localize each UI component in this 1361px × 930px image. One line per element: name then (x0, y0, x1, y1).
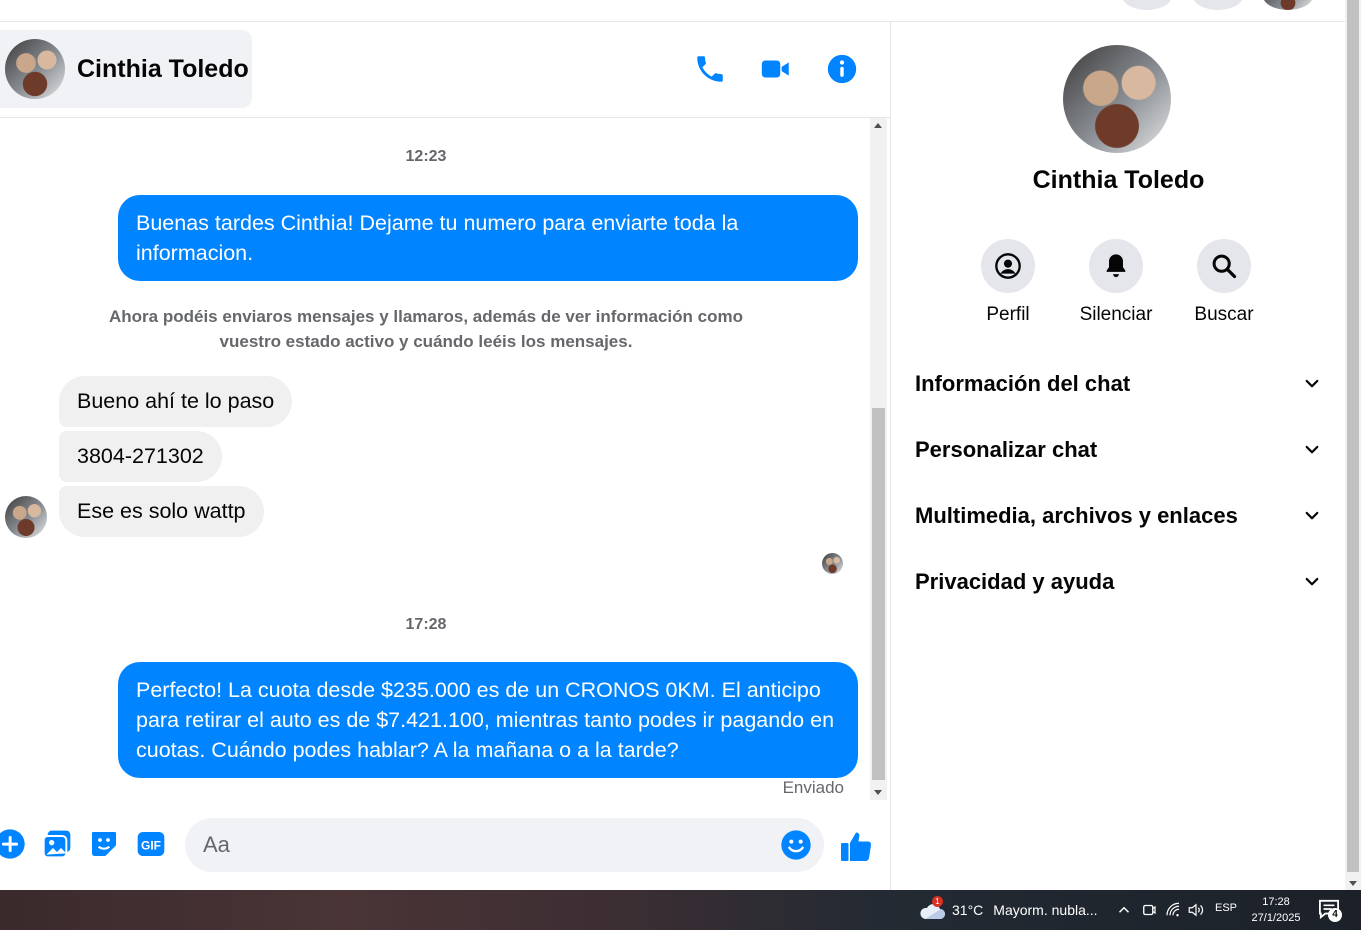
message-list[interactable]: 12:23 Buenas tardes Cinthia! Dejame tu n… (0, 118, 870, 800)
plus-icon[interactable] (0, 828, 26, 860)
chevron-down-icon (1305, 379, 1319, 388)
panel-contact-name: Cinthia Toledo (1032, 166, 1205, 194)
meet-now-icon[interactable] (1140, 901, 1158, 919)
section-title: Multimedia, archivos y enlaces (915, 503, 1238, 528)
section-customize-chat[interactable]: Personalizar chat (915, 430, 1321, 470)
search-action-label: Buscar (1194, 304, 1254, 325)
incoming-message[interactable]: Bueno ahí te lo paso (59, 376, 293, 427)
temperature: 31°C (952, 902, 984, 918)
page-scrollbar-thumb[interactable] (1347, 0, 1359, 872)
wifi-icon[interactable] (1164, 901, 1182, 919)
system-clock[interactable]: 17:28 27/1/2025 (1248, 894, 1304, 926)
bell-icon (1106, 254, 1126, 278)
message-input[interactable] (185, 818, 824, 872)
scroll-up-arrow-icon[interactable] (874, 123, 882, 128)
weather-text: Mayorm. nubla... (993, 902, 1098, 918)
sticker-icon[interactable] (88, 828, 120, 860)
messages-scrollbar[interactable] (870, 118, 887, 800)
sender-avatar[interactable] (5, 496, 47, 538)
chevron-up-icon[interactable] (1115, 901, 1133, 919)
section-title: Información del chat (915, 371, 1131, 396)
image-icon[interactable] (41, 828, 73, 860)
message-status: Enviado (782, 778, 844, 797)
gif-label: GIF (141, 838, 161, 852)
read-receipt-avatar (822, 553, 843, 574)
weather-alert-badge: 1 (932, 896, 943, 907)
chevron-down-icon (1305, 577, 1319, 586)
incoming-message[interactable]: 3804-271302 (59, 431, 222, 482)
scrollbar-thumb[interactable] (872, 408, 885, 780)
search-icon (1212, 254, 1237, 279)
mute-action-label: Silenciar (1079, 304, 1153, 325)
windows-taskbar: 1 31°C Mayorm. nubla... ESP 17:28 27/1/2… (0, 890, 1361, 930)
profile-icon (995, 253, 1021, 279)
panel-contact-avatar[interactable] (1063, 45, 1171, 153)
section-title: Privacidad y ayuda (915, 569, 1115, 594)
search-action[interactable]: Buscar (1179, 239, 1269, 326)
chevron-down-icon (1305, 511, 1319, 520)
contact-header-button[interactable]: Cinthia Toledo (0, 30, 252, 108)
mute-action[interactable]: Silenciar (1071, 239, 1161, 326)
contact-avatar (5, 39, 65, 99)
weather-widget[interactable]: 1 31°C Mayorm. nubla... (918, 896, 1098, 921)
chevron-down-icon (1305, 445, 1319, 454)
profile-action-label: Perfil (986, 304, 1030, 325)
video-camera-icon[interactable] (759, 52, 793, 86)
outgoing-message[interactable]: Buenas tardes Cinthia! Dejame tu numero … (118, 195, 858, 281)
message-timestamp: 17:28 (405, 616, 447, 633)
section-privacy-help[interactable]: Privacidad y ayuda (915, 562, 1321, 602)
profile-action[interactable]: Perfil (963, 239, 1053, 326)
notification-count: 4 (1328, 908, 1342, 922)
info-icon[interactable] (825, 52, 859, 86)
account-avatar[interactable] (1263, 0, 1313, 10)
page-scroll-down-arrow-icon[interactable] (1349, 881, 1357, 886)
chat-details-panel: Cinthia Toledo Perfil Silenciar Buscar I… (890, 22, 1345, 890)
chat-header: Cinthia Toledo (0, 22, 890, 118)
contact-name: Cinthia Toledo (77, 54, 249, 83)
top-menu-button[interactable] (1122, 0, 1172, 10)
phone-icon[interactable] (693, 52, 727, 86)
input-language[interactable]: ESP (1215, 902, 1237, 914)
clock-date: 27/1/2025 (1251, 912, 1301, 924)
outgoing-message[interactable]: Perfecto! La cuota desde $235.000 es de … (118, 662, 858, 778)
top-notification-button[interactable] (1193, 0, 1243, 10)
message-composer: GIF (0, 800, 890, 890)
section-title: Personalizar chat (915, 437, 1098, 462)
scroll-down-arrow-icon[interactable] (874, 790, 882, 795)
section-media-files-links[interactable]: Multimedia, archivos y enlaces (915, 496, 1321, 536)
messenger-window: Cinthia Toledo 12:23 Buenas tardes Cinth… (0, 0, 1361, 930)
volume-icon[interactable] (1187, 901, 1205, 919)
gif-icon[interactable]: GIF (135, 828, 167, 860)
notification-center-button[interactable]: 4 (1318, 899, 1344, 923)
top-navigation-strip (0, 0, 1345, 22)
message-timestamp: 12:23 (405, 148, 447, 165)
section-chat-info[interactable]: Información del chat (915, 364, 1321, 404)
clock-time: 17:28 (1262, 896, 1290, 908)
incoming-message[interactable]: Ese es solo wattp (59, 486, 264, 537)
page-scrollbar[interactable] (1345, 0, 1361, 890)
system-notice: Ahora podéis enviaros mensajes y llamaro… (109, 307, 743, 351)
cloud-icon: 1 (918, 896, 946, 921)
thumbs-up-icon[interactable] (838, 828, 874, 864)
emoji-icon[interactable] (780, 829, 812, 861)
